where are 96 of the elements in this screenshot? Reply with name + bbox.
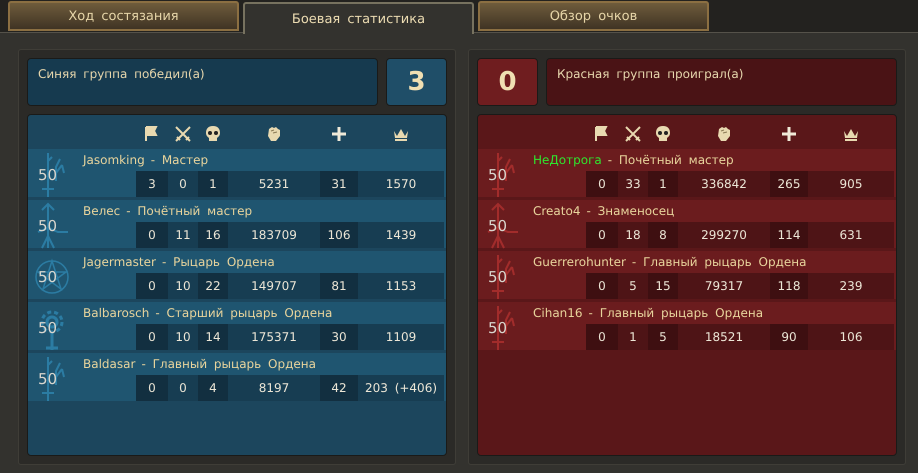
stat-cell: 106 bbox=[320, 222, 358, 248]
player-rank: - Знаменосец bbox=[586, 204, 674, 218]
level-text: 50 bbox=[38, 319, 58, 337]
stat-cell: 0 bbox=[586, 324, 618, 350]
plus-icon bbox=[330, 125, 348, 143]
plus-icon bbox=[780, 125, 798, 143]
stat-cell: 905 bbox=[808, 171, 894, 197]
stat-cell: 30 bbox=[320, 324, 358, 350]
player-name: Cihan16 bbox=[533, 306, 583, 320]
stat-cell: 239 bbox=[808, 273, 894, 299]
stat-cell: 0 bbox=[586, 273, 618, 299]
level-text: 50 bbox=[488, 268, 508, 286]
stat-cell: 11 bbox=[168, 222, 198, 248]
stat-cell: 18521 bbox=[678, 324, 770, 350]
stat-cell: 1109 bbox=[358, 324, 444, 350]
stat-cell: 31 bbox=[320, 171, 358, 197]
stat-cell: 0 bbox=[136, 222, 168, 248]
stat-cell: 16 bbox=[198, 222, 228, 248]
stat-cell: 175371 bbox=[228, 324, 320, 350]
stat-cell: 0 bbox=[168, 375, 198, 401]
player-name: Jagermaster bbox=[83, 255, 156, 269]
player-rank: - Главный рыцарь Ордена bbox=[632, 255, 806, 269]
player-name: Велес bbox=[83, 204, 120, 218]
player-name: Guerrerohunter bbox=[533, 255, 626, 269]
tab[interactable]: Обзор очков bbox=[478, 1, 709, 31]
stat-cell: 0 bbox=[136, 324, 168, 350]
level-text: 50 bbox=[38, 217, 58, 235]
stat-cell: 149707 bbox=[228, 273, 320, 299]
stat-cell: 1 bbox=[648, 171, 678, 197]
stat-cell: 8197 bbox=[228, 375, 320, 401]
stat-cell: 10 bbox=[168, 324, 198, 350]
tab[interactable]: Ход состязания bbox=[8, 1, 239, 31]
stat-cell: 3 bbox=[136, 171, 168, 197]
crossed-swords-icon bbox=[624, 125, 642, 143]
stat-cell: 118 bbox=[770, 273, 808, 299]
skull-icon bbox=[204, 125, 222, 143]
stat-cell: 33 bbox=[618, 171, 648, 197]
level-text: 50 bbox=[38, 268, 58, 286]
stat-cell: 5 bbox=[618, 273, 648, 299]
player-rank: - Мастер bbox=[150, 153, 208, 167]
stat-cell: 114 bbox=[770, 222, 808, 248]
stat-cell: 203 (+406) bbox=[358, 375, 444, 401]
player-rank: - Почётный мастер bbox=[126, 204, 252, 218]
fist-icon bbox=[265, 125, 283, 143]
level-text: 50 bbox=[38, 370, 58, 388]
level-text: 50 bbox=[488, 217, 508, 235]
player-rank: - Главный рыцарь Ордена bbox=[141, 357, 316, 371]
stat-cell: 1 bbox=[198, 171, 228, 197]
player-name: Jasomking bbox=[83, 153, 145, 167]
score-badge: 3 bbox=[386, 58, 447, 106]
stat-cell: 10 bbox=[168, 273, 198, 299]
fist-icon bbox=[715, 125, 733, 143]
stat-cell: 8 bbox=[648, 222, 678, 248]
stat-cell: 90 bbox=[770, 324, 808, 350]
level-text: 50 bbox=[488, 319, 508, 337]
score-badge: 0 bbox=[477, 58, 538, 106]
player-rank: - Старший рыцарь Ордена bbox=[155, 306, 332, 320]
stat-cell: 0 bbox=[136, 273, 168, 299]
stat-cell: 4 bbox=[198, 375, 228, 401]
level-text: 50 bbox=[38, 166, 58, 184]
stat-cell: 5 bbox=[648, 324, 678, 350]
player-name: Creato4 bbox=[533, 204, 580, 218]
stat-cell: 0 bbox=[586, 171, 618, 197]
result-text: Синяя группа победил(а) bbox=[27, 58, 378, 106]
stat-cell: 1153 bbox=[358, 273, 444, 299]
stat-cell: 1439 bbox=[358, 222, 444, 248]
stat-cell: 15 bbox=[648, 273, 678, 299]
stat-cell: 42 bbox=[320, 375, 358, 401]
stat-cell: 22 bbox=[198, 273, 228, 299]
player-rank: - Почётный мастер bbox=[608, 153, 734, 167]
stat-cell: 183709 bbox=[228, 222, 320, 248]
stat-cell: 106 bbox=[808, 324, 894, 350]
stat-cell: 0 bbox=[168, 171, 198, 197]
player-rank: - Рыцарь Ордена bbox=[162, 255, 275, 269]
stat-cell: 0 bbox=[586, 222, 618, 248]
stat-cell: 18 bbox=[618, 222, 648, 248]
player-name: Baldasar bbox=[83, 357, 136, 371]
stat-cell: 5231 bbox=[228, 171, 320, 197]
stat-cell: 14 bbox=[198, 324, 228, 350]
tab[interactable]: Боевая статистика bbox=[243, 2, 474, 34]
stat-cell: 1570 bbox=[358, 171, 444, 197]
skull-icon bbox=[654, 125, 672, 143]
player-name: Balbarosch bbox=[83, 306, 150, 320]
stat-cell: 1 bbox=[618, 324, 648, 350]
level-text: 50 bbox=[488, 166, 508, 184]
stat-cell: 265 bbox=[770, 171, 808, 197]
stat-cell: 299270 bbox=[678, 222, 770, 248]
crossed-swords-icon bbox=[174, 125, 192, 143]
stat-cell: 631 bbox=[808, 222, 894, 248]
stat-cell: 81 bbox=[320, 273, 358, 299]
result-text: Красная группа проиграл(а) bbox=[546, 58, 897, 106]
stat-cell: 0 bbox=[136, 375, 168, 401]
player-rank: - Главный рыцарь Ордена bbox=[588, 306, 764, 320]
player-name: НеДотрога bbox=[533, 153, 602, 167]
stat-cell: 79317 bbox=[678, 273, 770, 299]
stat-cell: 336842 bbox=[678, 171, 770, 197]
